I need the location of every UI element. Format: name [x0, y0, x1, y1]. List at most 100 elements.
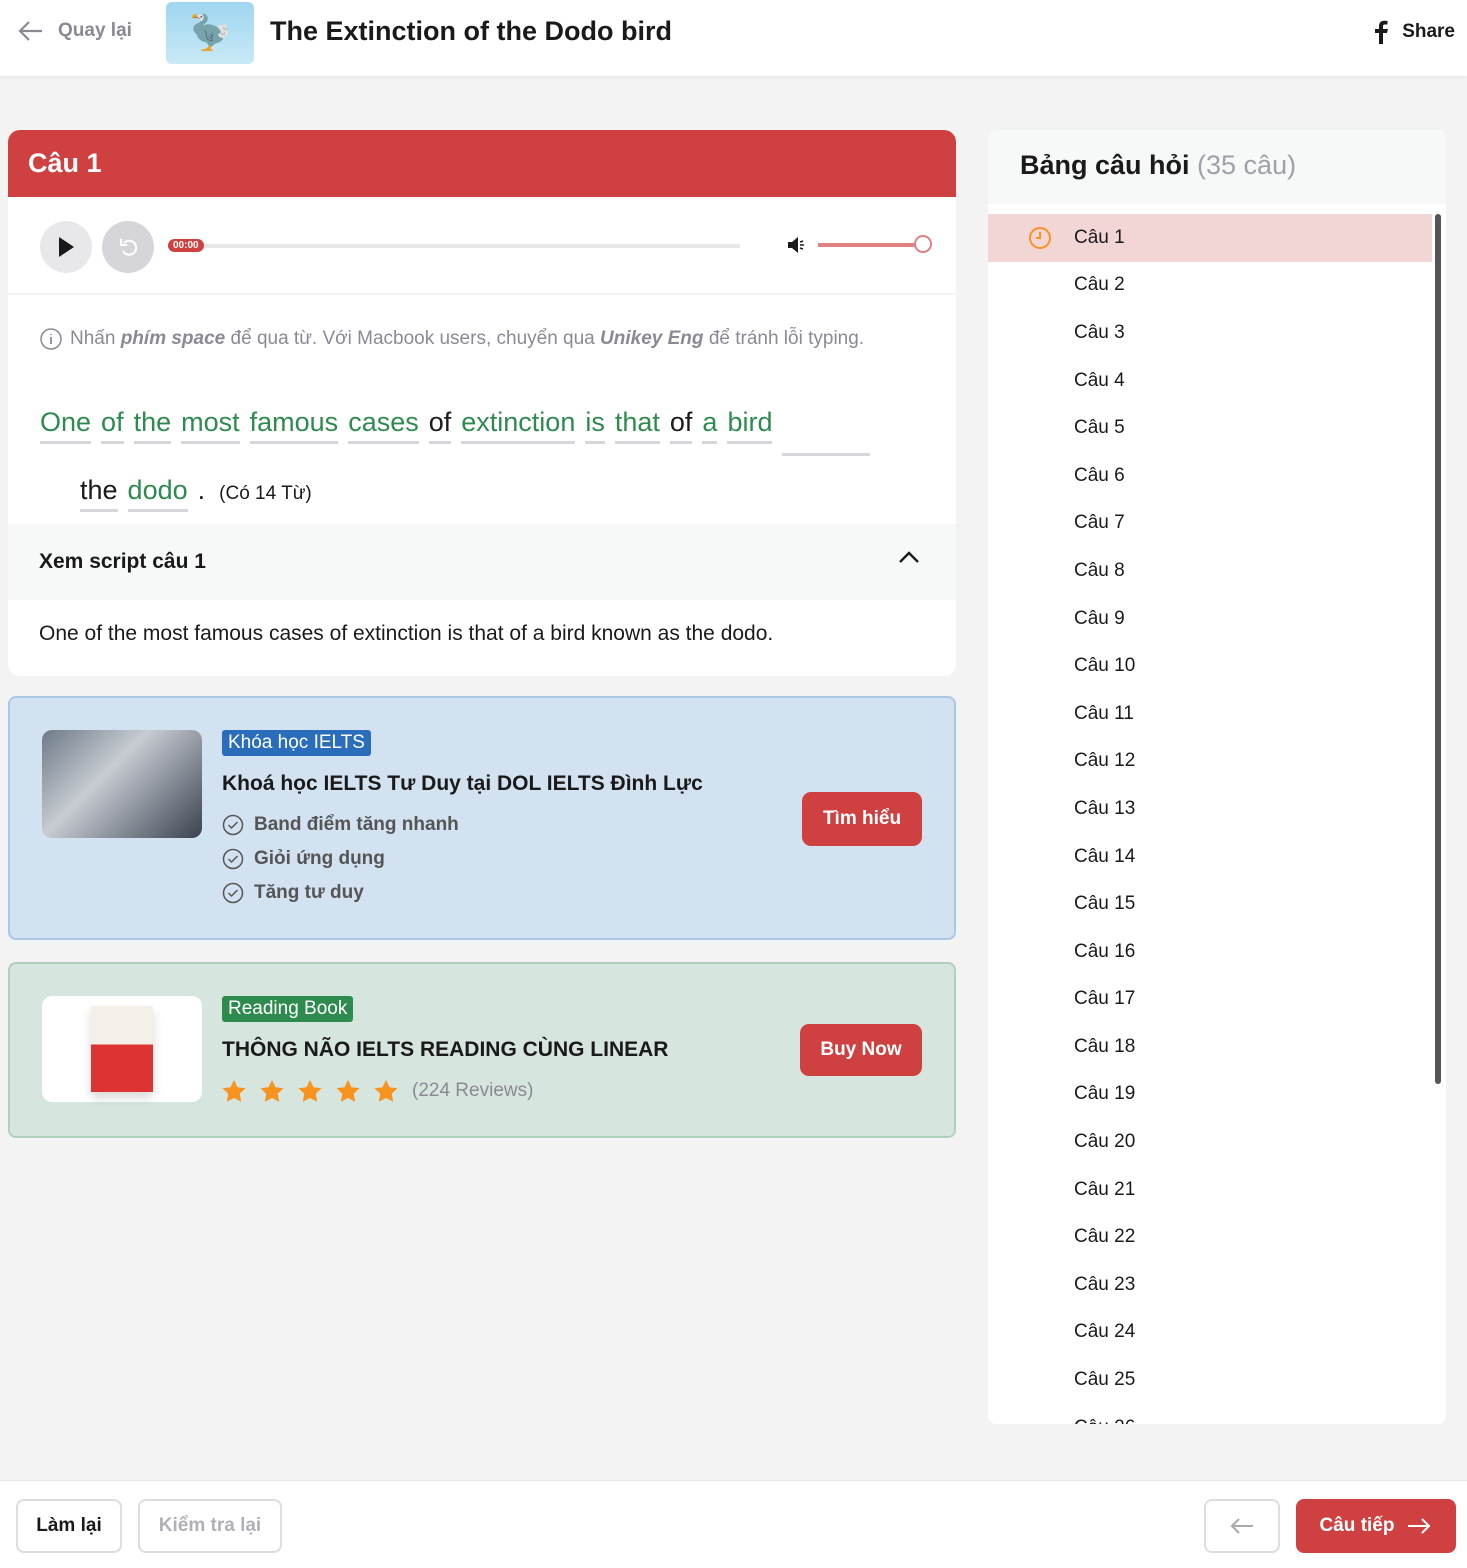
chevron-up-icon[interactable] [898, 550, 920, 564]
script-toggle[interactable]: Xem script câu 1 [8, 524, 956, 600]
question-label: Câu 13 [1074, 797, 1136, 819]
word-input[interactable]: the [80, 473, 118, 512]
question-label: Câu 5 [1074, 417, 1125, 439]
question-label: Câu 14 [1074, 845, 1136, 867]
word-input[interactable]: the [133, 405, 172, 444]
word-input[interactable]: dodo [127, 473, 188, 512]
question-label: Câu 25 [1074, 1369, 1136, 1391]
word-input[interactable]: that [614, 405, 660, 444]
feature-item: Tăng tư duy [222, 882, 364, 904]
question-list-item[interactable]: Câu 19 [988, 1071, 1432, 1119]
question-list-item[interactable]: Câu 8 [988, 547, 1432, 595]
word-input-blank[interactable] [782, 420, 871, 456]
check-circle-icon [222, 882, 244, 904]
back-label: Quay lại [58, 20, 132, 41]
word-input[interactable]: is [585, 405, 605, 444]
question-list-item[interactable]: Câu 12 [988, 738, 1432, 786]
question-label: Câu 9 [1074, 607, 1125, 629]
question-list-item[interactable]: Câu 11 [988, 690, 1432, 738]
question-list-item[interactable]: Câu 6 [988, 452, 1432, 500]
previous-button[interactable] [1204, 1499, 1280, 1553]
word-input[interactable]: bird [727, 405, 773, 444]
question-list-item[interactable]: Câu 26 [988, 1404, 1432, 1424]
question-label: Câu 16 [1074, 940, 1136, 962]
volume-icon[interactable] [786, 235, 806, 255]
word-input[interactable]: most [181, 405, 240, 444]
reset-button[interactable]: Làm lại [16, 1499, 122, 1553]
script-text: One of the most famous cases of extincti… [39, 622, 774, 645]
share-button[interactable]: Share [1374, 20, 1455, 44]
question-list-item[interactable]: Câu 16 [988, 928, 1432, 976]
star-icon [336, 1080, 360, 1102]
recheck-button[interactable]: Kiểm tra lại [138, 1499, 282, 1553]
question-list-title: Bảng câu hỏi (35 câu) [988, 130, 1446, 204]
course-tag: Khóa học IELTS [222, 730, 371, 756]
word-input[interactable]: of [101, 405, 124, 444]
word-input[interactable]: a [702, 405, 718, 444]
facebook-icon [1375, 20, 1389, 44]
top-bar: Quay lại 🦤 The Extinction of the Dodo bi… [0, 0, 1467, 76]
book-title: THÔNG NÃO IELTS READING CÙNG LINEAR [222, 1038, 669, 1061]
learn-more-button[interactable]: Tìm hiểu [802, 792, 922, 846]
star-icon [260, 1080, 284, 1102]
word-input-blank[interactable] [40, 492, 70, 528]
question-list-item[interactable]: Câu 24 [988, 1309, 1432, 1357]
script-title: Xem script câu 1 [39, 550, 206, 573]
question-list-item[interactable]: Câu 10 [988, 642, 1432, 690]
clock-icon [1029, 227, 1051, 249]
question-list-item[interactable]: Câu 3 [988, 309, 1432, 357]
question-label: Câu 2 [1074, 274, 1125, 296]
feature-item: Giỏi ứng dụng [222, 848, 385, 870]
question-list-item[interactable]: Câu 4 [988, 357, 1432, 405]
buy-now-button[interactable]: Buy Now [800, 1024, 922, 1076]
question-list-item[interactable]: Câu 22 [988, 1213, 1432, 1261]
question-label: Câu 1 [1074, 226, 1125, 248]
word-input[interactable]: One [40, 405, 92, 444]
question-label: Câu 24 [1074, 1321, 1136, 1343]
question-list-item[interactable]: Câu 13 [988, 785, 1432, 833]
arrow-right-icon [1408, 1518, 1431, 1534]
question-list-item[interactable]: Câu 2 [988, 262, 1432, 310]
question-label: Câu 6 [1074, 464, 1125, 486]
question-list-item[interactable]: Câu 20 [988, 1118, 1432, 1166]
question-list-item[interactable]: Câu 18 [988, 1023, 1432, 1071]
dictation-words: One of the most famous cases of extinction is tha… [40, 388, 920, 528]
course-image [42, 730, 202, 838]
question-label: Câu 10 [1074, 655, 1136, 677]
next-question-button[interactable]: Câu tiếp [1296, 1499, 1456, 1553]
audio-progress-track[interactable] [168, 244, 740, 248]
audio-player: 00:00 [8, 197, 956, 295]
question-title: Câu 1 [8, 130, 956, 197]
question-list-item[interactable]: Câu 15 [988, 880, 1432, 928]
sentence-period: . [197, 475, 206, 505]
volume-slider-handle[interactable] [914, 235, 932, 253]
question-list-item[interactable]: Câu 25 [988, 1356, 1432, 1404]
star-icon [374, 1080, 398, 1102]
word-input[interactable]: famous [249, 405, 339, 444]
rating: (224 Reviews) [222, 1080, 533, 1102]
book-tag: Reading Book [222, 996, 354, 1022]
word-input[interactable]: of [428, 405, 452, 444]
play-button[interactable] [40, 221, 92, 273]
word-input[interactable]: of [669, 405, 693, 444]
question-list-item[interactable]: Câu 7 [988, 500, 1432, 548]
question-list-item[interactable]: Câu 1 [988, 214, 1432, 262]
arrow-left-icon [18, 21, 42, 41]
replay-button[interactable] [102, 221, 154, 273]
question-label: Câu 8 [1074, 559, 1125, 581]
word-input[interactable]: extinction [461, 405, 576, 444]
volume-slider[interactable] [818, 243, 920, 247]
question-label: Câu 23 [1074, 1273, 1136, 1295]
question-list-item[interactable]: Câu 5 [988, 404, 1432, 452]
question-list-item[interactable]: Câu 21 [988, 1166, 1432, 1214]
question-list-item[interactable]: Câu 23 [988, 1261, 1432, 1309]
question-label: Câu 22 [1074, 1226, 1136, 1248]
word-input[interactable]: cases [348, 405, 419, 444]
question-list-item[interactable]: Câu 9 [988, 595, 1432, 643]
scrollbar[interactable] [1435, 214, 1441, 1084]
question-label: Câu 19 [1074, 1083, 1136, 1105]
back-button[interactable]: Quay lại [18, 20, 132, 42]
question-list-item[interactable]: Câu 17 [988, 976, 1432, 1024]
star-icon [222, 1080, 246, 1102]
question-list-item[interactable]: Câu 14 [988, 833, 1432, 881]
